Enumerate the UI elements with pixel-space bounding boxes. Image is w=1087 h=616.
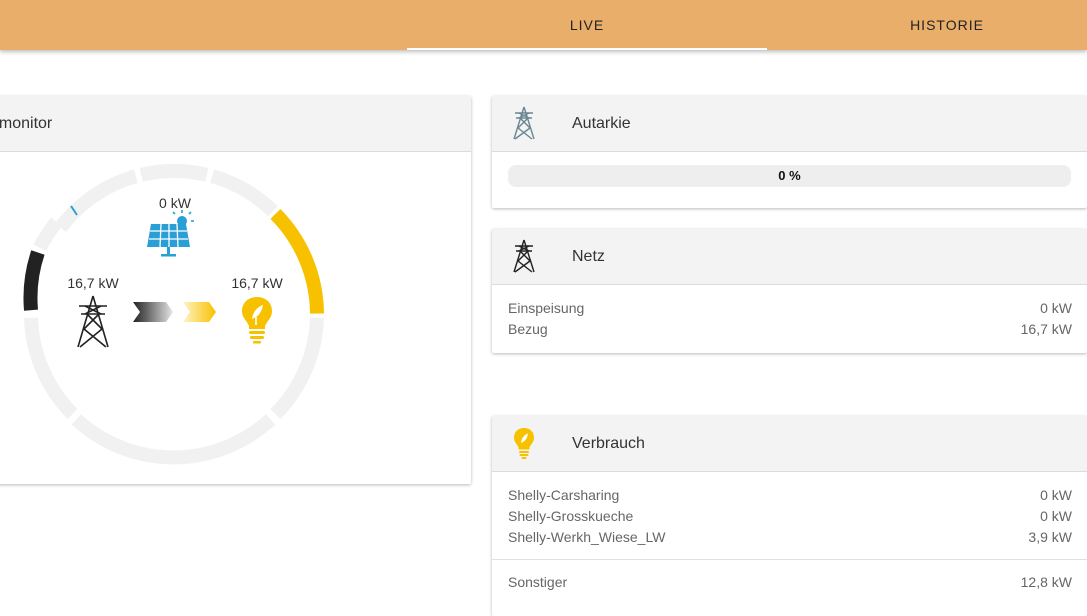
netz-row-label: Einspeisung bbox=[508, 300, 585, 316]
top-app-bar: LIVE HISTORIE bbox=[0, 0, 1087, 50]
verbrauch-row-label: Sonstiger bbox=[508, 574, 568, 590]
energy-monitor-card: emonitor bbox=[0, 96, 471, 484]
netz-row-value: 0 kW bbox=[1040, 300, 1072, 316]
netz-title: Netz bbox=[572, 248, 605, 265]
autarkie-header: Autarkie bbox=[492, 96, 1087, 152]
autarkie-percent: 0 % bbox=[778, 168, 801, 183]
netz-row-label: Bezug bbox=[508, 321, 548, 337]
grid-tower-icon bbox=[513, 239, 535, 273]
consumption-power-value: 16,7 kW bbox=[231, 275, 283, 291]
ring-segment-consumption-lower bbox=[270, 317, 324, 420]
ring-segment-consumption bbox=[270, 208, 324, 314]
verbrauch-row-label: Shelly-Werkh_Wiese_LW bbox=[508, 529, 666, 545]
ring-segment-solar-right bbox=[210, 169, 278, 217]
flow-arrow-consumption bbox=[183, 302, 216, 322]
ring-segment-grid-upper bbox=[33, 217, 63, 252]
verbrauch-divider bbox=[492, 559, 1087, 560]
verbrauch-row-label: Shelly-Grosskueche bbox=[508, 508, 634, 524]
ring-segment-grid bbox=[23, 250, 45, 311]
solar-panel-icon bbox=[147, 210, 194, 257]
ring-segment-solar bbox=[139, 164, 209, 182]
tab-historie[interactable]: HISTORIE bbox=[767, 0, 1087, 50]
ring-segment-grid-lower bbox=[24, 317, 78, 420]
netz-header: Netz bbox=[492, 229, 1087, 285]
verbrauch-row-value: 0 kW bbox=[1040, 508, 1072, 524]
energy-monitor-title: emonitor bbox=[0, 115, 53, 132]
lightbulb-icon bbox=[514, 428, 534, 459]
ring-segment-bottom bbox=[71, 414, 276, 465]
verbrauch-row-value: 0 kW bbox=[1040, 487, 1072, 503]
netz-card: Netz Einspeisung 0 kW Bezug 16,7 kW bbox=[492, 229, 1087, 353]
lightbulb-icon bbox=[242, 297, 272, 344]
verbrauch-header: Verbrauch bbox=[492, 416, 1087, 472]
verbrauch-card: Verbrauch Shelly-Carsharing 0 kW Shelly-… bbox=[492, 416, 1087, 616]
energy-monitor-header: emonitor bbox=[0, 96, 471, 152]
verbrauch-row-value: 3,9 kW bbox=[1028, 529, 1072, 545]
verbrauch-row-value: 12,8 kW bbox=[1020, 574, 1072, 590]
grid-tower-icon bbox=[77, 295, 109, 348]
netz-row-value: 16,7 kW bbox=[1020, 321, 1072, 337]
autarkie-card: Autarkie 0 % bbox=[492, 96, 1087, 208]
flow-arrow-grid bbox=[133, 302, 173, 322]
solar-power-value: 0 kW bbox=[159, 195, 192, 211]
verbrauch-row-label: Shelly-Carsharing bbox=[508, 487, 620, 503]
autarkie-title: Autarkie bbox=[572, 115, 631, 132]
grid-tower-outline-icon bbox=[513, 106, 535, 140]
energy-flow-diagram: 0 kW 16,7 kW 16,7 kW bbox=[23, 164, 324, 465]
grid-power-value: 16,7 kW bbox=[67, 275, 119, 291]
verbrauch-title: Verbrauch bbox=[572, 435, 645, 452]
ring-segment-solar-left bbox=[54, 169, 138, 233]
autarkie-progress-bar: 0 % bbox=[508, 165, 1071, 187]
tab-live[interactable]: LIVE bbox=[407, 0, 767, 50]
